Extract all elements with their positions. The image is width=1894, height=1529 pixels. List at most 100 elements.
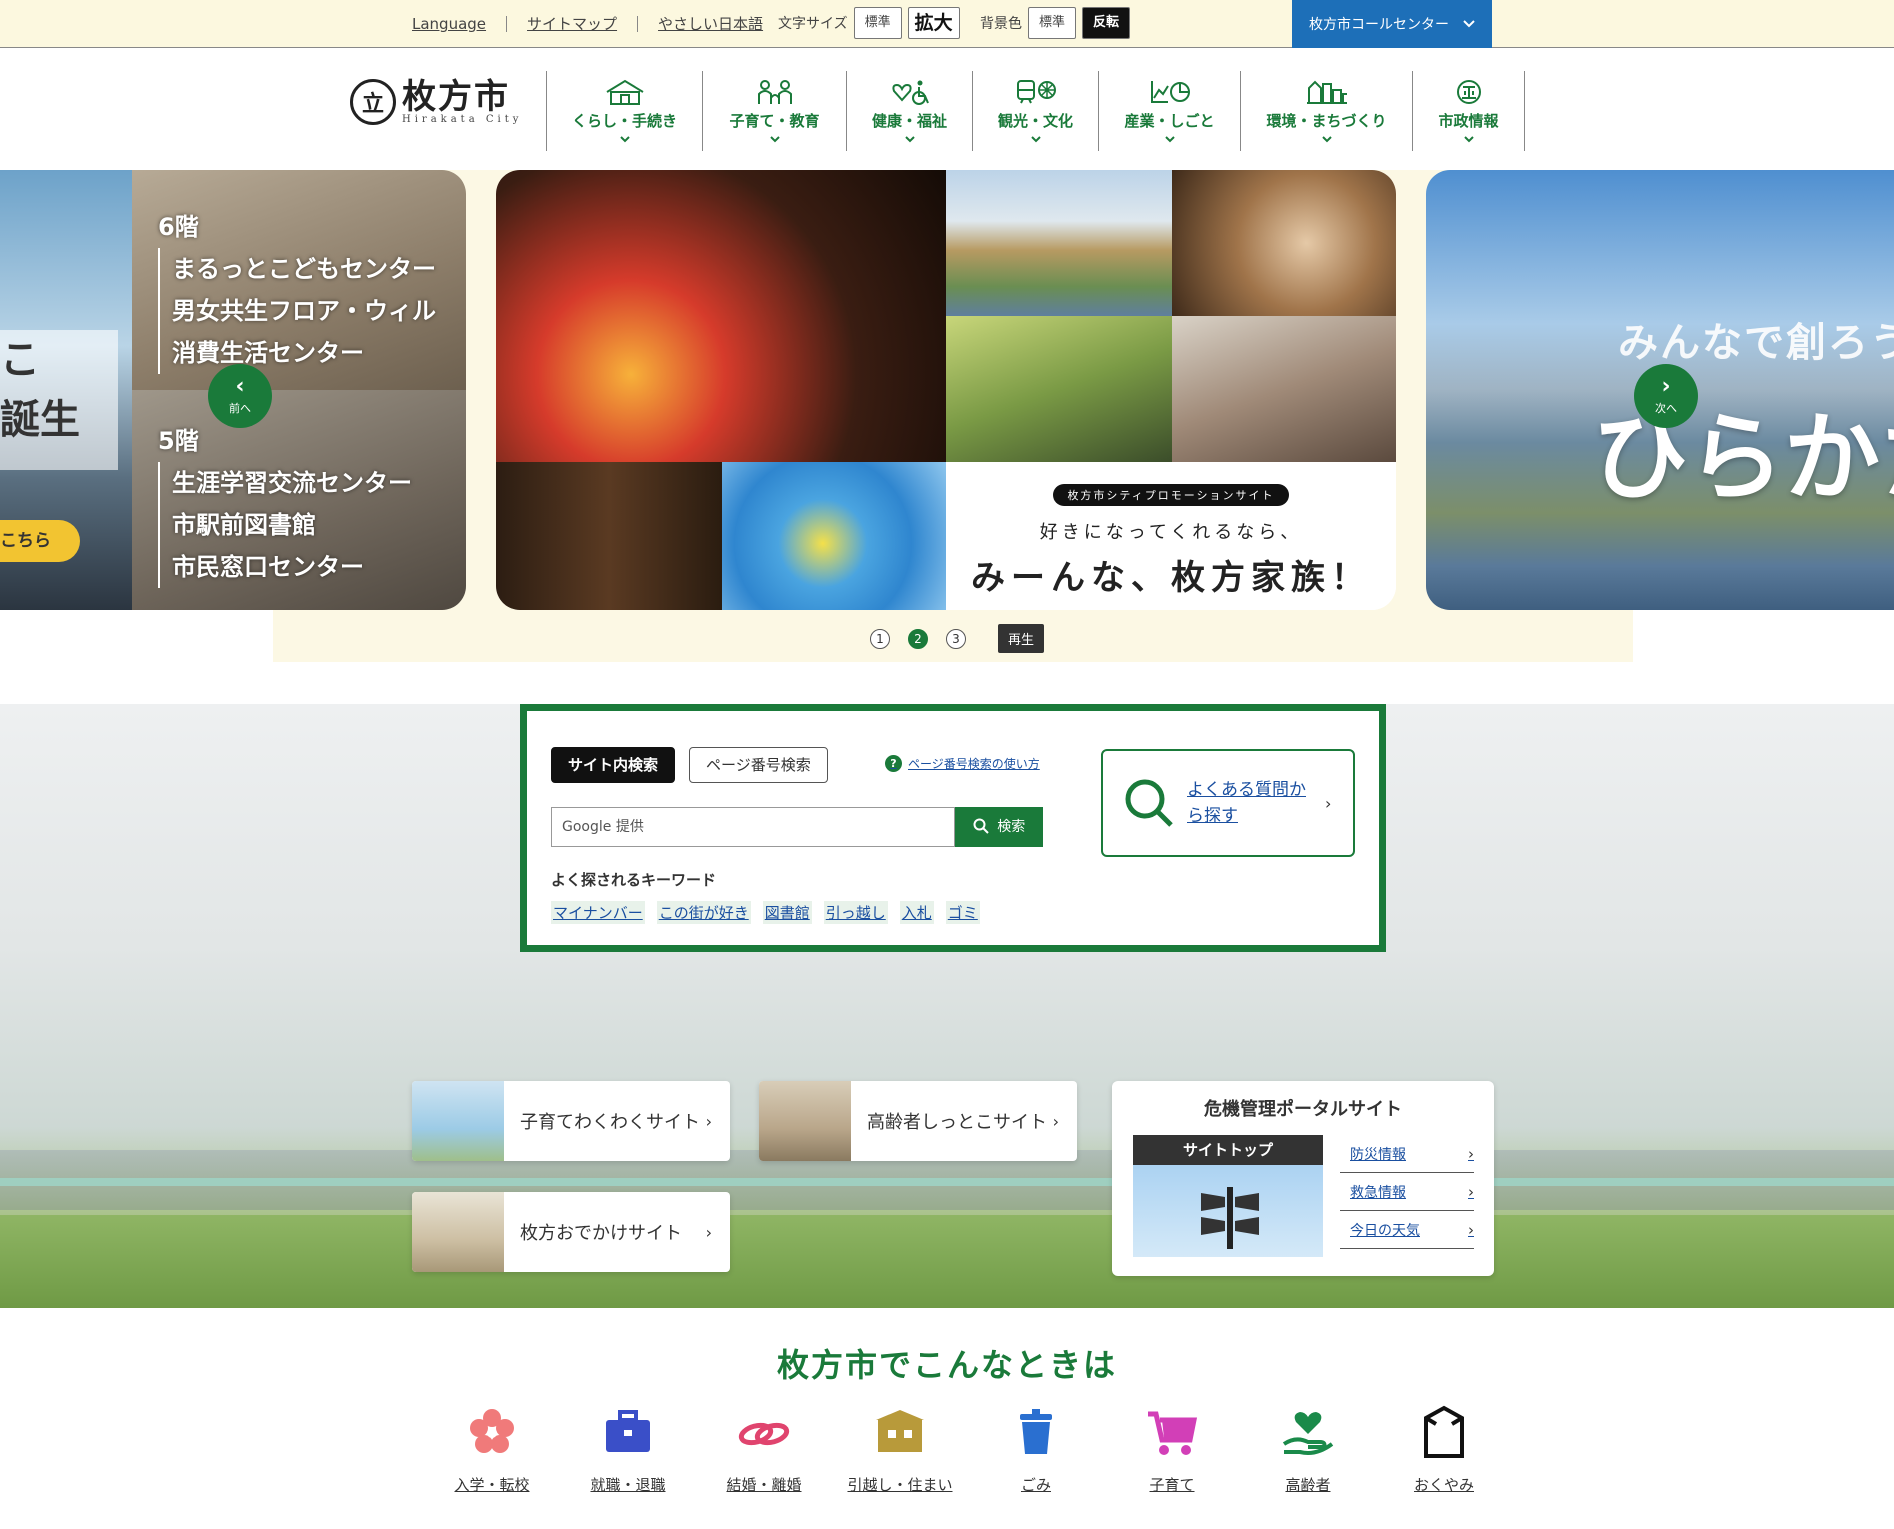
gnav-item-kankyo[interactable]: 環境・まちづくり — [1241, 71, 1413, 151]
life-item-job[interactable]: 就職・退職 — [560, 1404, 696, 1495]
floor-item: 市駅前図書館 — [158, 504, 412, 546]
bg-color-control: 背景色 標準 反転 — [980, 7, 1131, 39]
hero-cta-button[interactable]: こちら — [0, 520, 80, 562]
keyword-link[interactable]: 入札 — [899, 901, 934, 924]
odekake-site-card[interactable]: 枚方おでかけサイト › — [412, 1192, 730, 1272]
chevron-left-icon: ‹ — [235, 374, 245, 399]
floor-item: 生涯学習交流センター — [158, 462, 412, 504]
faq-search-button[interactable]: よくある質問から探す › — [1101, 749, 1355, 857]
next-label: 次へ — [1655, 402, 1677, 415]
bg-normal-button[interactable]: 標準 — [1028, 7, 1077, 39]
emergency-info-link[interactable]: 救急情報 › — [1340, 1173, 1474, 1211]
font-size-normal-button[interactable]: 標準 — [853, 7, 902, 39]
life-label: 子育て — [1149, 1476, 1195, 1494]
bridge-decoration — [0, 1178, 1894, 1186]
global-nav: くらし・手続き 子育て・教育 健康・福祉 観光・文化 産業・しごと 環境・まちづ… — [546, 71, 1525, 151]
tab-site-search[interactable]: サイト内検索 — [551, 747, 676, 783]
callcenter-button[interactable]: 枚方市コールセンター — [1292, 0, 1492, 48]
keyword-list: マイナンバー この街が好き 図書館 引っ越し 入札 ゴミ — [551, 901, 992, 924]
crisis-top-label: サイトトップ — [1133, 1135, 1323, 1165]
chevron-down-icon — [904, 136, 915, 143]
sakura-icon — [470, 1409, 514, 1453]
gnav-item-sangyo[interactable]: 産業・しごと — [1099, 71, 1241, 151]
shop-photo — [496, 462, 722, 610]
life-item-school[interactable]: 入学・転校 — [424, 1404, 560, 1495]
candles-photo — [496, 170, 946, 462]
floor-title: 5階 — [158, 427, 199, 455]
page-number-help-link[interactable]: ? ページ番号検索の使い方 — [885, 755, 1040, 772]
crisis-portal-panel: 危機管理ポータルサイト サイトトップ 防災情報 › 救急情報 › 今日の天気 › — [1112, 1081, 1494, 1276]
carousel-pagination: 1 2 3 再生 — [870, 624, 1045, 653]
keyword-link[interactable]: ゴミ — [945, 901, 980, 924]
city-emblem-icon: 立 — [350, 79, 396, 125]
gnav-item-kanko[interactable]: 観光・文化 — [973, 71, 1099, 151]
life-item-elderly[interactable]: 高齢者 — [1240, 1404, 1376, 1495]
disaster-info-link[interactable]: 防災情報 › — [1340, 1135, 1474, 1173]
chevron-right-icon: › — [705, 1111, 712, 1131]
floor-5-panel: 5階 生涯学習交流センター 市駅前図書館 市民窓口センター — [132, 390, 466, 610]
crisis-title: 危機管理ポータルサイト — [1204, 1099, 1402, 1120]
keyword-link[interactable]: マイナンバー — [551, 901, 645, 924]
gnav-label: 産業・しごと — [1124, 112, 1215, 130]
keyword-link[interactable]: 図書館 — [762, 901, 812, 924]
gnav-item-kenko[interactable]: 健康・福祉 — [847, 71, 973, 151]
search-button[interactable]: 検索 — [955, 807, 1043, 847]
carousel-prev-button[interactable]: ‹ 前へ — [208, 364, 272, 428]
bg-invert-button[interactable]: 反転 — [1082, 7, 1131, 39]
koureisha-site-card[interactable]: 高齢者しっとこサイト › — [759, 1081, 1077, 1161]
prev-label: 前へ — [229, 402, 251, 415]
floor-item: 消費生活センター — [158, 332, 436, 374]
city-emblem-icon — [1456, 80, 1481, 104]
promo-line-1: 好きになってくれるなら、 — [1039, 522, 1303, 543]
chevron-right-icon: › — [1661, 374, 1671, 399]
life-item-marriage[interactable]: 結婚・離婚 — [696, 1404, 832, 1495]
life-item-childcare[interactable]: 子育て — [1104, 1404, 1240, 1495]
chevron-down-icon — [1463, 136, 1474, 143]
card-label: 子育てわくわくサイト — [520, 1112, 700, 1133]
logo-subtitle: Hirakata City — [402, 113, 523, 125]
chevron-down-icon — [1164, 136, 1175, 143]
life-item-moving[interactable]: 引越し・住まい — [832, 1404, 968, 1495]
hero-right-text-1: みんなで創ろう — [1618, 320, 1894, 366]
gnav-item-kurashi[interactable]: くらし・手続き — [547, 71, 703, 151]
carousel-dot-2[interactable]: 2 — [908, 628, 928, 649]
kosodate-site-card[interactable]: 子育てわくわくサイト › — [412, 1081, 730, 1161]
chevron-right-icon: › — [1468, 1144, 1474, 1163]
easy-japanese-link[interactable]: やさしい日本語 — [638, 16, 783, 32]
ferris-wheel-photo — [722, 462, 946, 610]
life-item-garbage[interactable]: ごみ — [968, 1404, 1104, 1495]
carousel-play-button[interactable]: 再生 — [998, 624, 1045, 653]
life-label: 高齢者 — [1285, 1476, 1331, 1494]
outing-photo — [412, 1192, 504, 1272]
promo-panel: 枚方市シティプロモーションサイト 好きになってくれるなら、 みーんな、枚方家族！ — [946, 462, 1396, 610]
search-input[interactable]: Google 提供 — [551, 807, 955, 847]
tab-page-number-search[interactable]: ページ番号検索 — [689, 747, 828, 783]
site-header: 立 枚方市 Hirakata City くらし・手続き 子育て・教育 健康・福祉… — [0, 49, 1894, 169]
gnav-item-kosodate[interactable]: 子育て・教育 — [703, 71, 847, 151]
floor-item: まるっとこどもセンター — [158, 248, 436, 290]
site-logo[interactable]: 立 枚方市 Hirakata City — [350, 79, 522, 125]
market-photo — [1172, 316, 1396, 462]
carousel-next-button[interactable]: › 次へ — [1634, 364, 1698, 428]
keyword-link[interactable]: 引っ越し — [823, 901, 888, 924]
gnav-label: 観光・文化 — [997, 112, 1073, 130]
bamboo-photo — [946, 316, 1172, 462]
sitemap-link[interactable]: サイトマップ — [507, 16, 639, 32]
carousel-dot-1[interactable]: 1 — [870, 628, 890, 649]
section-title: 枚方市でこんなときは — [776, 1346, 1117, 1384]
carousel-dot-3[interactable]: 3 — [946, 628, 966, 649]
chevron-right-icon: › — [1325, 793, 1332, 813]
hero-slide-current[interactable]: 枚方市シティプロモーションサイト 好きになってくれるなら、 みーんな、枚方家族！ — [496, 170, 1396, 610]
family-icon — [757, 80, 792, 104]
frame-icon — [1424, 1405, 1464, 1458]
crisis-top-link[interactable]: サイトトップ — [1133, 1135, 1323, 1257]
keyword-link[interactable]: この街が好き — [656, 901, 751, 924]
faq-label: よくある質問から探す — [1187, 780, 1306, 826]
gnav-item-shisei[interactable]: 市政情報 — [1413, 71, 1525, 151]
floor-6-panel: 6階 まるっとこどもセンター 男女共生フロア・ウィル 消費生活センター — [132, 170, 466, 390]
weather-link[interactable]: 今日の天気 › — [1340, 1211, 1474, 1249]
life-item-condolence[interactable]: おくやみ — [1376, 1404, 1512, 1495]
font-size-large-button[interactable]: 拡大 — [907, 7, 960, 39]
bg-color-label: 背景色 — [980, 16, 1022, 32]
language-link[interactable]: Language — [412, 16, 508, 32]
